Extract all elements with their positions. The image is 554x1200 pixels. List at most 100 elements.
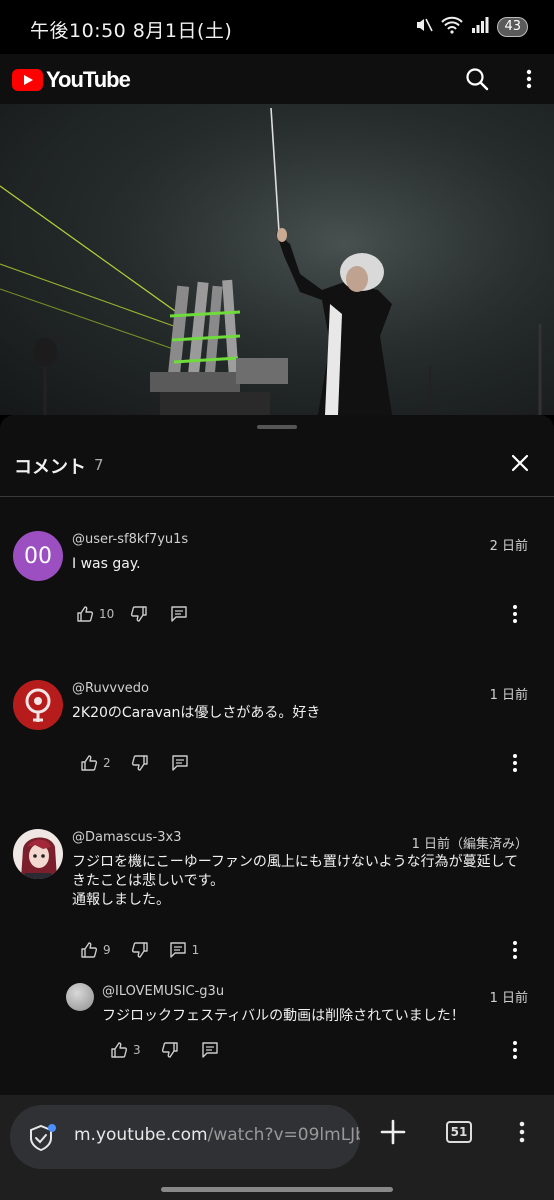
comment-actions: 10 xyxy=(76,603,188,625)
comment-text-line: フジロを機にこーゆーファンの風上にも置けないような行為が蔓延して xyxy=(72,854,519,870)
youtube-play-icon xyxy=(12,69,43,91)
reply-actions: 3 xyxy=(110,1039,219,1061)
dislike-button[interactable] xyxy=(131,941,149,959)
comment-time: 2 日前 xyxy=(489,539,528,554)
comment-author[interactable]: @Ruvvvedo xyxy=(72,681,149,696)
more-options-button[interactable] xyxy=(514,64,544,94)
thumbs-up-icon xyxy=(81,755,98,771)
reply-text: フジロックフェスティバルの動画は削除されていました！ xyxy=(102,1008,465,1024)
browser-toolbar: m.youtube.com/watch?v=09lmLJb 51 xyxy=(0,1095,554,1200)
comments-panel: コメント 7 00 @user-sf8kf7yu1s 2 日前 I was ga… xyxy=(0,415,554,1095)
reply-button[interactable] xyxy=(201,1041,219,1059)
header-divider xyxy=(0,496,554,497)
app-bar: YouTube xyxy=(0,54,554,104)
comment-text: 2K20のCaravanは優しさがある。好き xyxy=(72,705,321,721)
reply-button[interactable]: 1 xyxy=(169,941,200,959)
mute-icon xyxy=(415,16,434,38)
reply-time: 1 日前 xyxy=(489,991,528,1006)
avatar-initials: 00 xyxy=(24,543,52,569)
comment-actions: 2 xyxy=(80,752,189,774)
thumbs-up-icon xyxy=(77,606,94,622)
video-frame xyxy=(0,104,554,415)
more-vert-icon xyxy=(526,69,532,89)
wifi-icon xyxy=(441,16,464,38)
comments-header: コメント 7 xyxy=(0,445,554,495)
comment-more-button[interactable] xyxy=(510,752,520,774)
shield-icon[interactable] xyxy=(29,1123,57,1153)
avatar[interactable] xyxy=(13,829,63,879)
thumbs-up-icon xyxy=(81,942,98,958)
comment-author[interactable]: @Damascus-3x3 xyxy=(72,830,181,845)
comment-text: I was gay. xyxy=(72,556,141,572)
more-vert-icon xyxy=(519,1121,525,1143)
avatar-image xyxy=(13,829,63,879)
reply-count: 1 xyxy=(191,943,200,957)
dislike-button[interactable] xyxy=(131,754,149,772)
url-path: /watch?v=09lmLJb xyxy=(207,1125,360,1145)
like-button[interactable]: 2 xyxy=(80,754,111,772)
comment-reply-icon xyxy=(171,755,188,771)
more-vert-icon xyxy=(513,1041,517,1059)
search-button[interactable] xyxy=(462,64,492,94)
dislike-button[interactable] xyxy=(130,605,148,623)
status-bar: 午後10:50 8月1日(土) 43 xyxy=(0,0,554,54)
browser-menu-button[interactable] xyxy=(514,1117,530,1147)
more-vert-icon xyxy=(513,754,517,772)
battery-icon: 43 xyxy=(497,17,528,37)
like-count: 3 xyxy=(133,1043,141,1057)
avatar[interactable] xyxy=(13,680,63,730)
like-count: 9 xyxy=(103,943,111,957)
comments-title: コメント xyxy=(14,457,86,478)
comment-author[interactable]: @user-sf8kf7yu1s xyxy=(72,532,188,547)
tabs-button[interactable]: 51 xyxy=(444,1117,474,1147)
reply-more-button[interactable] xyxy=(510,1039,520,1061)
url-host: m.youtube.com xyxy=(74,1125,208,1145)
comment-more-button[interactable] xyxy=(510,603,520,625)
reply-author[interactable]: @ILOVEMUSIC-g3u xyxy=(102,984,224,999)
signal-icon xyxy=(471,16,489,38)
comment-more-button[interactable] xyxy=(510,939,520,961)
more-vert-icon xyxy=(513,605,517,623)
url-bar[interactable]: m.youtube.com/watch?v=09lmLJb xyxy=(10,1105,360,1169)
close-button[interactable] xyxy=(506,449,534,477)
search-icon xyxy=(466,68,489,91)
like-count: 2 xyxy=(103,756,111,770)
avatar[interactable] xyxy=(66,983,94,1011)
comment-time: 1 日前 xyxy=(489,688,528,703)
video-player[interactable] xyxy=(0,104,554,415)
like-button[interactable]: 3 xyxy=(110,1041,141,1059)
comment-text-line: きたことは悲しいです。 xyxy=(72,873,225,889)
thumbs-down-icon xyxy=(161,1042,178,1058)
thumbs-down-icon xyxy=(131,942,148,958)
comment-reply-icon xyxy=(201,1042,218,1058)
close-icon xyxy=(511,454,529,472)
comments-count: 7 xyxy=(94,456,104,474)
comment-text-line: 通報しました。 xyxy=(72,892,170,908)
new-tab-button[interactable] xyxy=(378,1117,408,1147)
comment-reply-icon xyxy=(171,606,187,622)
url-text: m.youtube.com/watch?v=09lmLJb xyxy=(74,1125,360,1145)
comment-text: フジロを機にこーゆーファンの風上にも置けないような行為が蔓延して きたことは悲し… xyxy=(72,853,532,910)
status-icons: 43 xyxy=(415,16,528,38)
avatar[interactable]: 00 xyxy=(13,531,63,581)
youtube-logo-text: YouTube xyxy=(46,67,131,92)
dislike-button[interactable] xyxy=(161,1041,179,1059)
home-indicator[interactable] xyxy=(161,1187,393,1192)
youtube-logo[interactable]: YouTube xyxy=(12,67,131,93)
reply-button[interactable] xyxy=(171,754,189,772)
reply-button[interactable] xyxy=(170,605,188,623)
like-button[interactable]: 9 xyxy=(80,941,111,959)
thumbs-down-icon xyxy=(131,606,147,622)
comment-actions: 9 1 xyxy=(80,939,199,961)
avatar-image xyxy=(25,688,51,722)
status-time: 午後10:50 8月1日(土) xyxy=(30,20,233,42)
thumbs-down-icon xyxy=(131,755,148,771)
thumbs-up-icon xyxy=(111,1042,128,1058)
comment-reply-icon xyxy=(169,942,186,958)
like-count: 10 xyxy=(99,607,115,621)
more-vert-icon xyxy=(513,941,517,959)
plus-icon xyxy=(380,1119,406,1145)
drag-handle[interactable] xyxy=(257,425,297,429)
like-button[interactable]: 10 xyxy=(76,605,114,623)
comment-time: 1 日前（編集済み） xyxy=(411,837,528,852)
